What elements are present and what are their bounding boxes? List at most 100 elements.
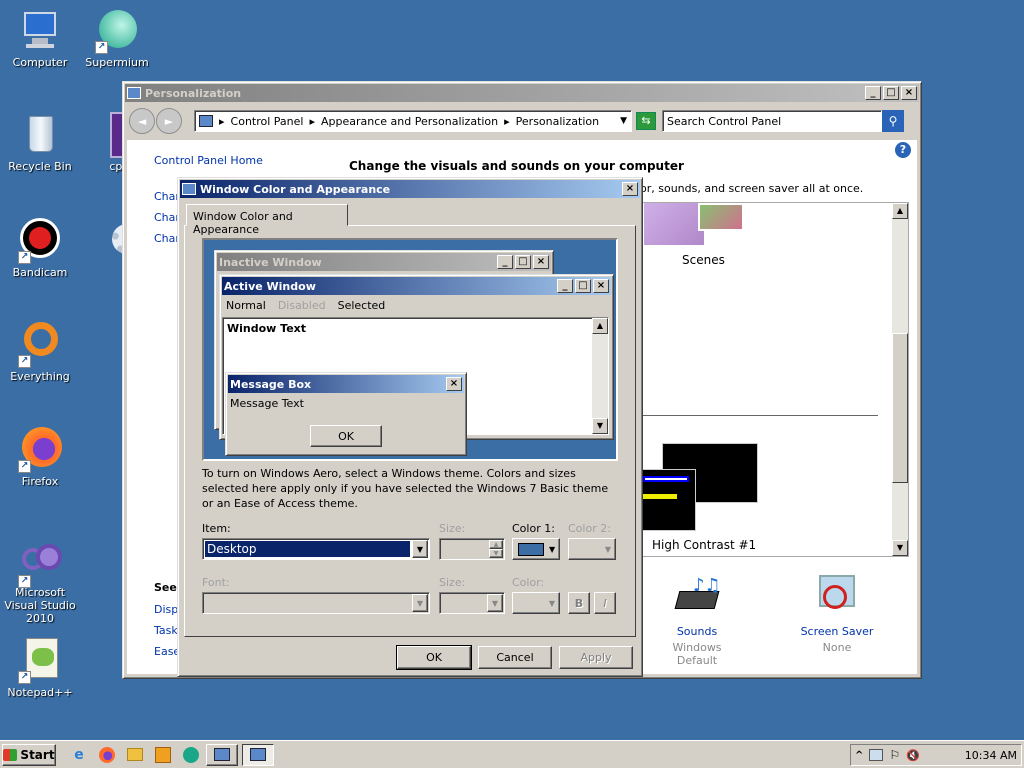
desktop-icon-bandicam[interactable]: ↗ Bandicam — [0, 218, 80, 279]
taskbar: Start e ^ ⚐ 🔇 10:34 AM — [0, 740, 1024, 768]
computer-icon — [18, 8, 62, 52]
scroll-down-button[interactable]: ▼ — [892, 540, 908, 556]
screen-saver-item[interactable]: Screen Saver None — [792, 575, 882, 654]
taskbar-window-color[interactable] — [242, 743, 274, 766]
sounds-item[interactable]: ♪♫ Sounds Windows Default — [652, 575, 742, 667]
firefox-icon: ↗ — [18, 427, 62, 473]
address-bar[interactable]: ▸ Control Panel ▸ Appearance and Persona… — [194, 110, 632, 132]
desktop-icon-label: Firefox — [21, 475, 59, 488]
color1-picker[interactable]: ▼ — [512, 538, 560, 560]
breadcrumb-control-panel[interactable]: Control Panel — [231, 115, 304, 128]
screen-saver-value: None — [822, 641, 852, 654]
high-contrast-theme[interactable]: High Contrast #1 — [638, 439, 788, 555]
internet-explorer-icon[interactable]: e — [68, 744, 90, 766]
control-panel-icon — [182, 183, 196, 195]
desktop-icon-visual-studio[interactable]: ↗ Microsoft Visual Studio 2010 — [0, 542, 80, 625]
desktop-icon-notepadpp[interactable]: ↗ Notepad++ — [0, 638, 80, 699]
chevron-down-icon[interactable]: ▼ — [412, 540, 428, 558]
scenes-thumbnail-photo — [698, 203, 744, 231]
control-panel-icon — [214, 748, 230, 761]
refresh-button[interactable]: ⇆ — [636, 112, 656, 130]
volume-muted-icon[interactable]: 🔇 — [906, 749, 920, 762]
size-label: Size: — [439, 522, 466, 535]
ok-button[interactable]: OK — [396, 645, 472, 670]
close-button[interactable]: × — [622, 182, 638, 196]
flag-icon[interactable]: ⚐ — [889, 748, 900, 762]
notepadpp-icon: ↗ — [18, 638, 62, 684]
chevron-down-icon: ▼ — [604, 544, 611, 554]
firefox-icon[interactable] — [96, 744, 118, 766]
sounds-value: Windows Default — [672, 641, 722, 667]
explorer-folder-icon[interactable] — [124, 744, 146, 766]
search-field[interactable]: Search Control Panel — [662, 110, 882, 132]
network-icon[interactable] — [869, 749, 884, 761]
maximize-button: □ — [575, 279, 591, 293]
show-hidden-icons[interactable]: ^ — [855, 750, 863, 761]
preview-scrollbar: ▲ ▼ — [592, 318, 608, 434]
desktop-icon-label: Computer — [12, 56, 68, 69]
hc-thumbnail-front — [638, 469, 696, 531]
tab-window-color[interactable]: Window Color and Appearance — [186, 204, 348, 236]
windows-logo-icon — [3, 748, 18, 761]
help-icon[interactable]: ? — [895, 142, 911, 158]
size-spinner: ▲ ▼ — [439, 538, 505, 560]
media-player-icon[interactable] — [152, 744, 174, 766]
close-button[interactable]: × — [901, 86, 917, 100]
desktop-icon-label: Supermium — [85, 56, 149, 69]
desktop-icon-everything[interactable]: ↗ Everything — [0, 322, 80, 383]
chevron-right-icon[interactable]: ▸ — [219, 115, 225, 128]
color2-label: Color 2: — [568, 522, 611, 535]
supermium-icon[interactable] — [180, 744, 202, 766]
maximize-button[interactable]: □ — [883, 86, 899, 100]
taskbar-personalization[interactable] — [206, 743, 238, 766]
italic-button: I — [594, 592, 616, 614]
clock[interactable]: 10:34 AM — [965, 749, 1017, 762]
color1-label: Color 1: — [512, 522, 555, 535]
breadcrumb-personalization[interactable]: Personalization — [516, 115, 599, 128]
item-label: Item: — [202, 522, 231, 535]
font-select: ▼ — [202, 592, 430, 614]
start-button[interactable]: Start — [2, 743, 56, 766]
menu-normal: Normal — [226, 299, 266, 312]
chevron-right-icon[interactable]: ▸ — [504, 115, 510, 128]
scroll-up-button[interactable]: ▲ — [892, 203, 908, 219]
sounds-label: Sounds — [676, 625, 718, 638]
scroll-thumb[interactable] — [892, 333, 908, 483]
tab-panel: Inactive Window _ □ × Active Window _ □ … — [184, 225, 636, 637]
desktop-icon-supermium[interactable]: ↗ Supermium — [77, 8, 157, 69]
cancel-button[interactable]: Cancel — [478, 646, 552, 669]
desktop-icon-label: Everything — [10, 370, 70, 383]
chevron-down-icon: ▼ — [412, 594, 428, 612]
start-label: Start — [20, 747, 55, 762]
close-button: × — [533, 255, 549, 269]
font-size-label: Size: — [439, 576, 466, 589]
visual-studio-icon: ↗ — [18, 542, 62, 588]
scenes-theme[interactable]: Scenes — [638, 203, 758, 273]
dialog-title-bar[interactable]: Window Color and Appearance × — [180, 180, 640, 198]
taskbar-link[interactable]: Task — [154, 624, 178, 637]
desktop-icon-computer[interactable]: Computer — [0, 8, 80, 69]
scenes-thumbnail — [644, 203, 704, 245]
desktop-icon-firefox[interactable]: ↗ Firefox — [0, 427, 80, 488]
back-button[interactable]: ◄ — [129, 108, 155, 134]
forward-button[interactable]: ► — [156, 108, 182, 134]
search-input[interactable]: Search Control Panel — [667, 115, 881, 128]
navigation-bar: ◄ ► ▸ Control Panel ▸ Appearance and Per… — [127, 106, 917, 136]
message-box-title: Message Box — [230, 377, 312, 391]
control-panel-home-link[interactable]: Control Panel Home — [154, 154, 263, 167]
theme-label: Scenes — [682, 253, 725, 267]
personalization-title-bar[interactable]: Personalization _ □ × — [125, 84, 919, 102]
chevron-right-icon[interactable]: ▸ — [309, 115, 315, 128]
gallery-scrollbar[interactable]: ▲ ▼ — [892, 203, 908, 556]
chevron-down-icon[interactable]: ▼ — [620, 116, 627, 126]
desktop-icon-recycle-bin[interactable]: Recycle Bin — [0, 112, 80, 173]
bold-button: B — [568, 592, 590, 614]
search-icon[interactable]: ⚲ — [882, 110, 904, 132]
bandicam-icon: ↗ — [18, 218, 62, 264]
item-select[interactable]: Desktop ▼ — [202, 538, 430, 560]
minimize-button[interactable]: _ — [865, 86, 881, 100]
apply-button: Apply — [559, 646, 633, 669]
breadcrumb-appearance[interactable]: Appearance and Personalization — [321, 115, 498, 128]
page-subheading: or, sounds, and screen saver all at once… — [640, 182, 864, 195]
control-panel-icon — [199, 115, 213, 127]
